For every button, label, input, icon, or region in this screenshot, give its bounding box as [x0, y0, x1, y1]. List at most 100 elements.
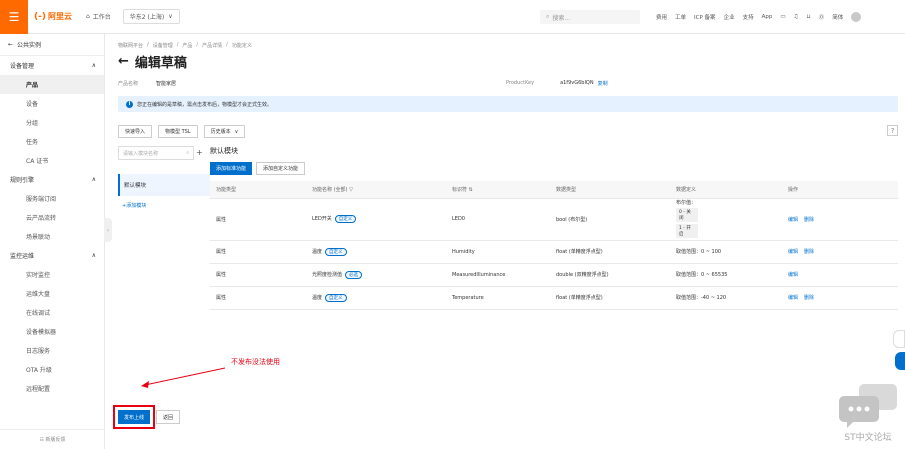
edit-button[interactable]: 编辑 [788, 217, 798, 223]
logo-text: 阿里云 [47, 12, 72, 21]
cell-ops: 编辑 删除 [782, 240, 898, 264]
feedback-link[interactable]: ☷ 新版反馈 [0, 429, 105, 449]
product-name-row: 产品名称 智能家居 [118, 80, 176, 87]
function-name: 温度 [312, 294, 323, 301]
cell-name: 温度 自定义 [306, 286, 446, 310]
table-row: 属性 温度 自定义 Humidity float (单精度浮点型) 取值范围：0 … [210, 240, 898, 264]
workbench-label: 工作台 [92, 14, 111, 21]
copy-button[interactable]: 复制 [598, 80, 608, 87]
top-link-app[interactable]: App [762, 14, 773, 20]
top-link-support[interactable]: 支持 [743, 13, 754, 21]
float-widget[interactable] [893, 330, 905, 348]
cell-identifier: Temperature [446, 286, 550, 310]
sidebar-group-rules[interactable]: 规则引擎 ∧ [0, 170, 104, 189]
search-icon: ⌕ [546, 13, 550, 20]
menu-icon[interactable]: ☰ [0, 0, 28, 34]
module-item-default[interactable]: 默认模块 [118, 174, 210, 196]
edit-button[interactable]: 编辑 [788, 295, 798, 301]
float-widget-blue[interactable] [895, 352, 905, 370]
screen-icon[interactable]: ▭ [780, 14, 785, 20]
aliyun-logo[interactable]: (-) 阿里云 [34, 11, 72, 22]
table-header[interactable]: 功能名称 (全部) ▽ [306, 181, 446, 199]
sidebar-item-device[interactable]: 设备 [0, 94, 104, 113]
sidebar-back-link[interactable]: ← 公共实例 [0, 34, 104, 56]
breadcrumb-item[interactable]: 产品详情 [202, 42, 222, 49]
edit-button[interactable]: 编辑 [788, 272, 798, 278]
watermark: ST中文论坛 [837, 384, 899, 443]
chevron-up-icon: ∧ [91, 176, 96, 183]
arrow-left-icon: ← [8, 41, 14, 48]
delete-button[interactable]: 删除 [804, 295, 814, 301]
filter-icon[interactable]: ▽ [349, 187, 353, 193]
top-link-fee[interactable]: 费用 [656, 13, 667, 21]
sidebar-group-ops[interactable]: 监控运维 ∧ [0, 246, 104, 265]
sidebar-item-remote-config[interactable]: 远程配置 [0, 379, 104, 398]
top-links: 费用 工单 ICP 备案 企业 支持 App ▭ ♫ ⊔ ⓪ 简体 [656, 0, 862, 34]
sidebar-item-subscribe[interactable]: 服务端订阅 [0, 189, 104, 208]
cart-icon[interactable]: ⊔ [806, 14, 810, 20]
delete-button[interactable]: 删除 [804, 217, 814, 223]
delete-button[interactable]: 删除 [804, 249, 814, 255]
sidebar-item-group[interactable]: 分组 [0, 113, 104, 132]
sidebar-item-ca[interactable]: CA 证书 [0, 151, 104, 170]
chevron-down-icon: ∨ [168, 13, 173, 20]
footer-actions: 发布上线 返回 [112, 405, 181, 429]
breadcrumb-sep: / [176, 42, 179, 48]
top-link-enterprise[interactable]: 企业 [724, 13, 735, 21]
sidebar: ← 公共实例 设备管理 ∧ 产品 设备 分组 任务 CA 证书 规则引擎 ∧ 服务端… [0, 34, 105, 449]
breadcrumb-item[interactable]: 设备管理 [153, 42, 173, 49]
back-arrow-icon[interactable]: ← [118, 54, 129, 69]
module-panel: 请输入模块名称 ⌕ + 默认模块 +添加模块 [118, 146, 210, 381]
breadcrumb-item[interactable]: 产品 [182, 42, 192, 49]
tsl-button[interactable]: 物模型 TSL [158, 125, 198, 138]
global-search[interactable]: ⌕ 搜索... [540, 10, 640, 24]
back-button[interactable]: 返回 [156, 410, 181, 424]
cell-datatype: float (单精度浮点型) [550, 286, 670, 310]
sidebar-item-monitor[interactable]: 实时监控 [0, 265, 104, 284]
sidebar-item-task[interactable]: 任务 [0, 132, 104, 151]
region-select[interactable]: 华东2 (上海) ∨ [122, 9, 180, 24]
feedback-label: 新版反馈 [45, 437, 66, 443]
table-header-label: 标识符 [452, 186, 468, 193]
sidebar-item-transfer[interactable]: 云产品流转 [0, 208, 104, 227]
sidebar-item-product[interactable]: 产品 [0, 75, 104, 94]
sidebar-item-ota[interactable]: OTA 升级 [0, 360, 104, 379]
edit-button[interactable]: 编辑 [788, 249, 798, 255]
avatar[interactable] [851, 12, 862, 22]
sidebar-item-scene[interactable]: 场景联动 [0, 227, 104, 246]
add-module-icon[interactable]: + [196, 148, 203, 157]
cell-ops: 编辑 删除 [782, 286, 898, 310]
lang-switch[interactable]: 简体 [832, 13, 843, 21]
quick-import-button[interactable]: 快速导入 [118, 125, 153, 138]
workbench-link[interactable]: ⌂ 工作台 [86, 12, 111, 21]
sidebar-item-dashboard[interactable]: 运维大盘 [0, 284, 104, 303]
top-link-icp[interactable]: ICP 备案 [694, 13, 716, 21]
sidebar-item-simulator[interactable]: 设备模拟器 [0, 322, 104, 341]
add-custom-function-button[interactable]: 添加自定义功能 [256, 162, 306, 175]
sidebar-item-log[interactable]: 日志服务 [0, 341, 104, 360]
top-link-ticket[interactable]: 工单 [675, 13, 686, 21]
function-tag: 自定义 [325, 247, 347, 256]
help-icon[interactable]: ⓪ [819, 13, 825, 21]
enum-value: 0 - 关闭 [676, 207, 698, 222]
bell-icon[interactable]: ♫ [794, 14, 799, 20]
productkey-row: ProductKey a1f9vG6bIQN 复制 [506, 80, 608, 87]
publish-button[interactable]: 发布上线 [112, 405, 156, 429]
breadcrumb-item[interactable]: 物联网平台 [118, 42, 143, 49]
home-icon: ⌂ [85, 13, 90, 20]
sort-icon[interactable]: ⇅ [469, 187, 473, 193]
cell-type: 属性 [210, 286, 306, 310]
help-button[interactable]: ? [887, 125, 898, 136]
add-standard-function-button[interactable]: 添加标准功能 [210, 162, 253, 175]
cell-ops: 编辑 [782, 263, 898, 287]
history-version-button[interactable]: 历史版本 ∨ [203, 125, 246, 138]
function-name: 光照度检测值 [312, 271, 343, 278]
table-header[interactable]: 标识符 ⇅ [446, 181, 550, 199]
add-module-link[interactable]: +添加模块 [122, 202, 146, 209]
sidebar-group-device[interactable]: 设备管理 ∧ [0, 56, 104, 75]
module-search-input[interactable]: 请输入模块名称 ⌕ [118, 146, 194, 160]
table-header: 功能类型 [210, 181, 306, 199]
cell-identifier: LED0 [446, 198, 550, 241]
sidebar-item-debug[interactable]: 在线调试 [0, 303, 104, 322]
function-table: 功能类型 功能名称 (全部) ▽ 标识符 ⇅ 数据类型 数据定义 操作 属性 L… [210, 181, 898, 310]
